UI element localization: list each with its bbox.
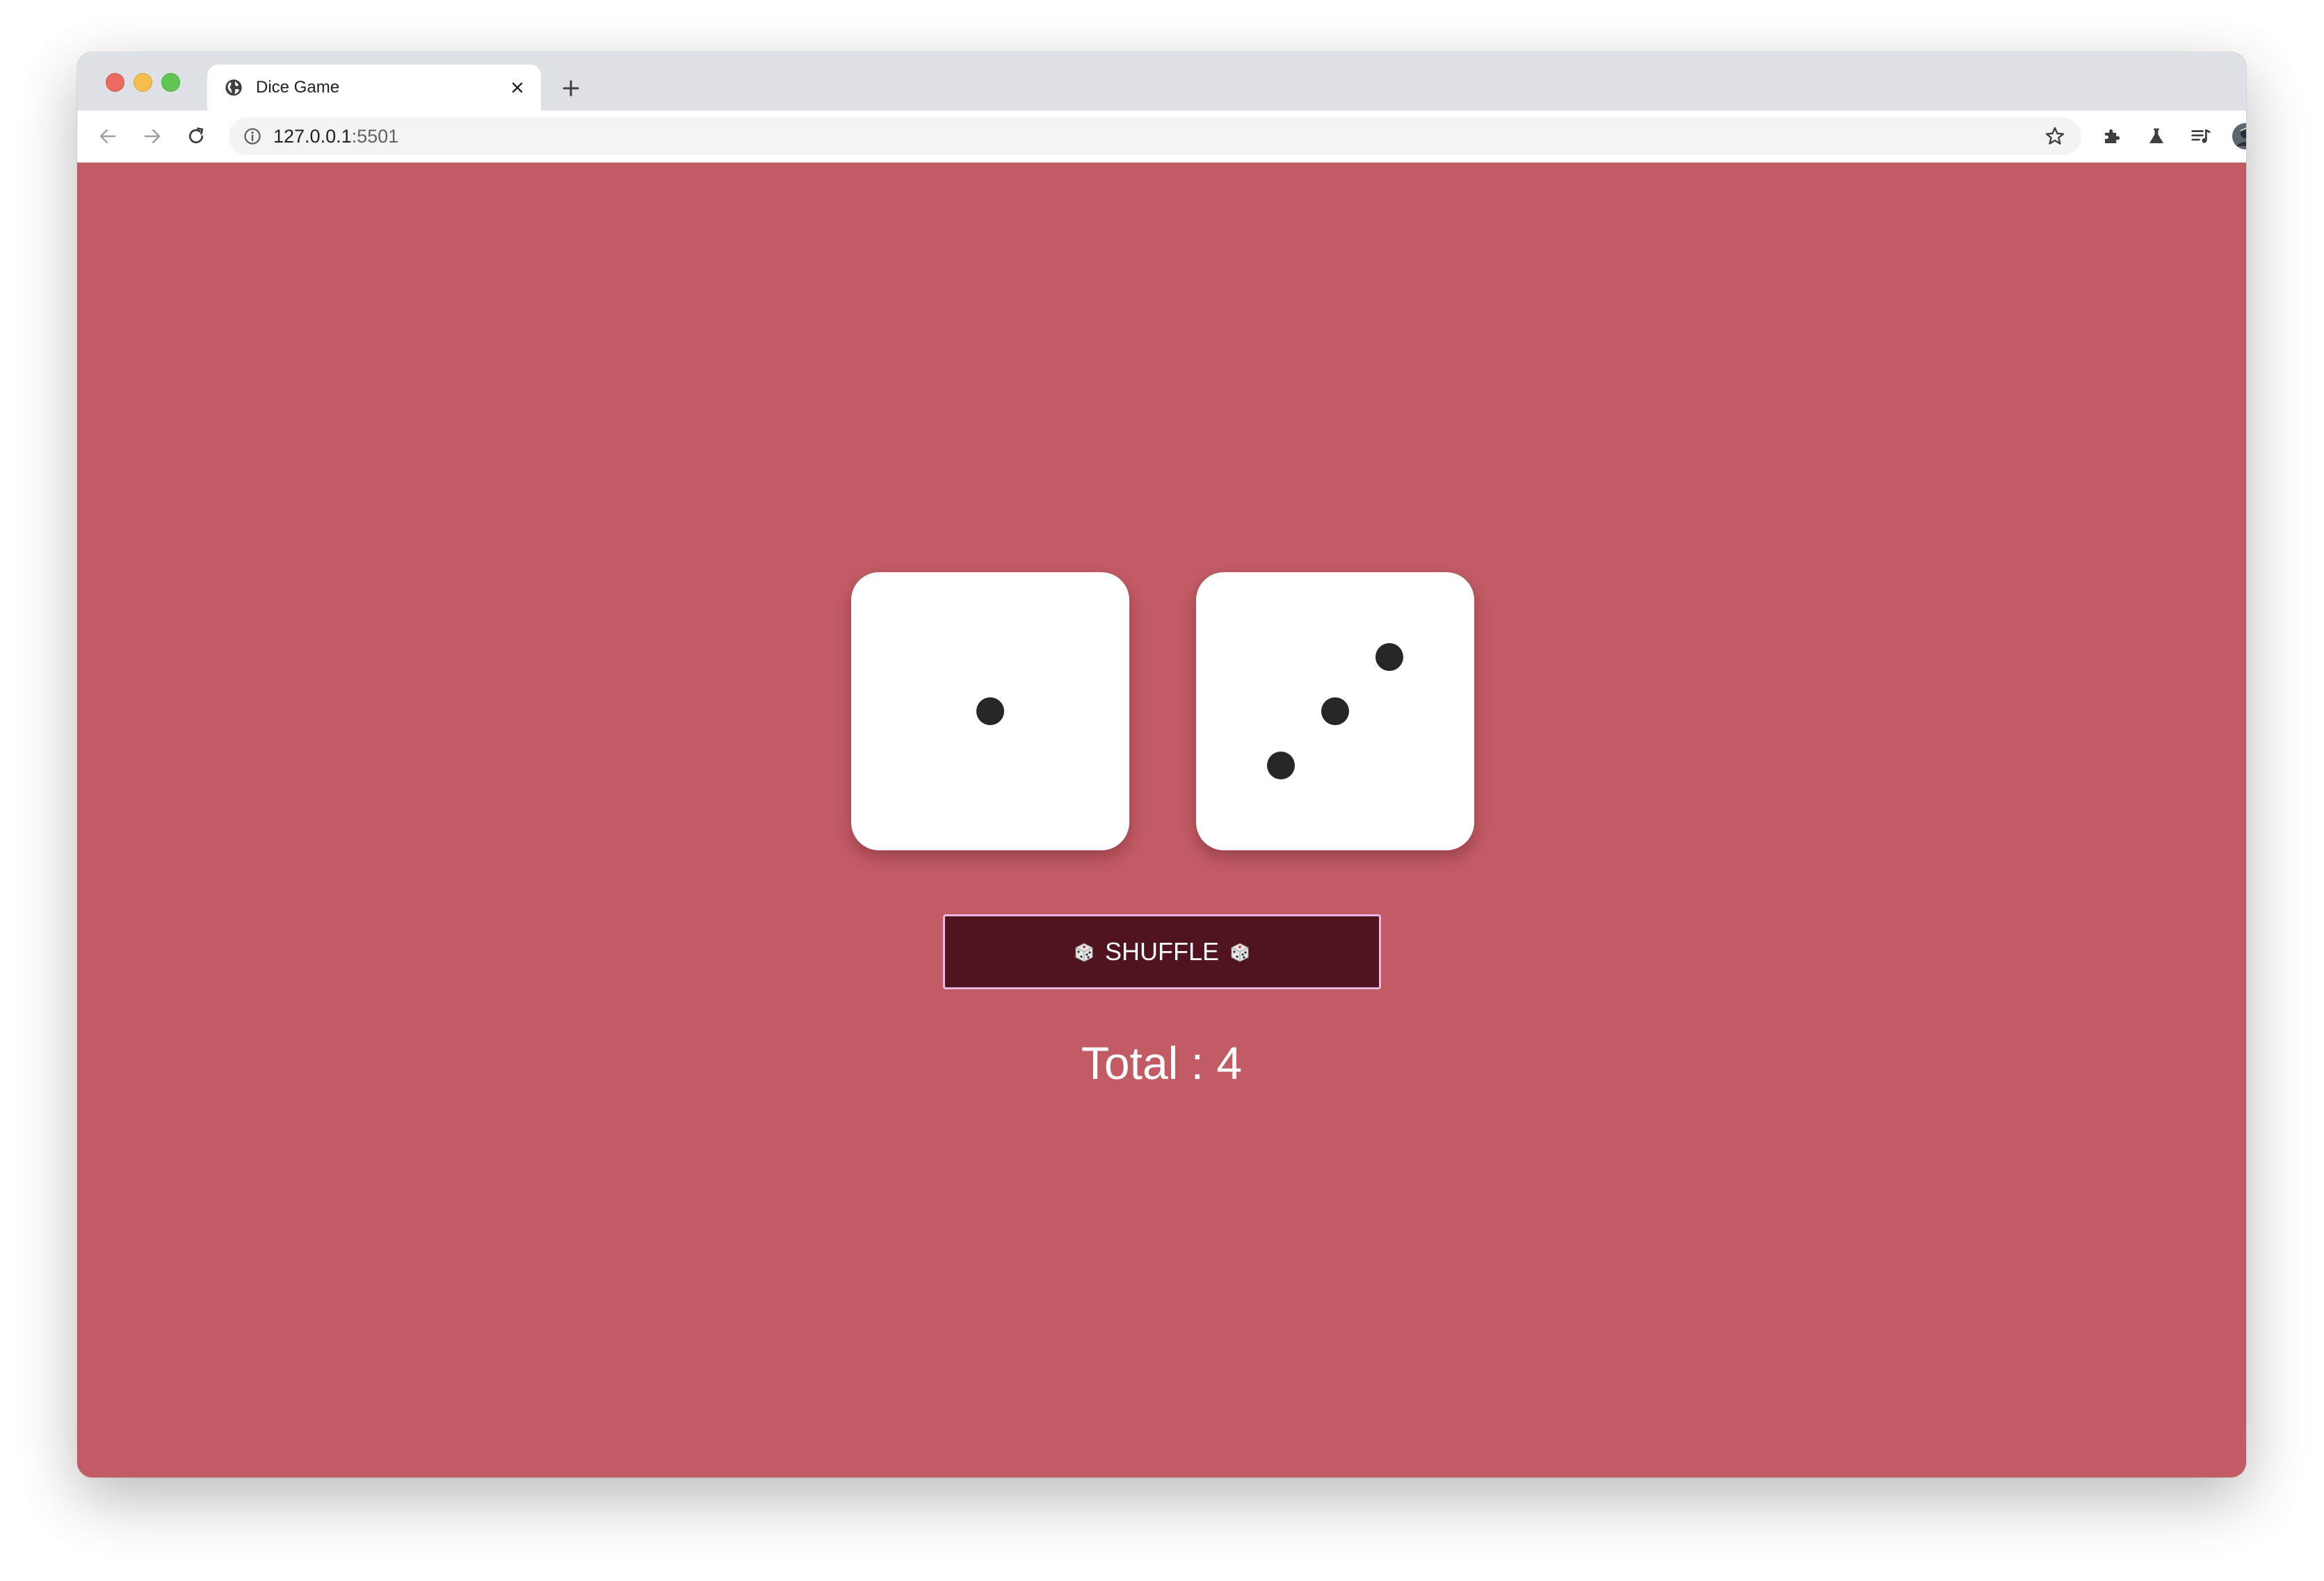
- globe-icon: [225, 79, 242, 96]
- die-pip: [976, 697, 1004, 725]
- star-icon[interactable]: [2044, 125, 2066, 147]
- tab-title: Dice Game: [256, 78, 340, 97]
- game-die-icon: [1075, 943, 1093, 962]
- forward-arrow-icon[interactable]: [138, 122, 167, 151]
- tab-strip: Dice Game: [77, 52, 2246, 111]
- plus-icon[interactable]: [556, 73, 586, 104]
- minimize-window-button[interactable]: [134, 73, 152, 92]
- maximize-window-button[interactable]: [161, 73, 180, 92]
- puzzle-extensions-icon[interactable]: [2098, 122, 2126, 150]
- shuffle-button[interactable]: SHUFFLE: [943, 914, 1381, 989]
- die-pip: [1321, 697, 1349, 725]
- flask-labs-icon[interactable]: [2143, 122, 2170, 150]
- total-label: Total : 4: [1081, 1037, 1243, 1089]
- close-window-button[interactable]: [106, 73, 124, 92]
- info-icon[interactable]: [243, 127, 262, 146]
- shuffle-button-label: SHUFFLE: [1104, 937, 1220, 966]
- browser-window: Dice Game 127.0.0.1:5501 SHUFFLE Total:…: [77, 52, 2246, 1477]
- browser-tab[interactable]: Dice Game: [207, 65, 541, 111]
- media-queue-icon[interactable]: [2187, 122, 2215, 150]
- back-arrow-icon[interactable]: [93, 122, 122, 151]
- url-host: 127.0.0.1: [273, 126, 352, 147]
- game-die-icon: [1231, 943, 1249, 962]
- address-bar[interactable]: 127.0.0.1:5501: [229, 117, 2081, 155]
- die-left: [851, 572, 1129, 850]
- reload-icon[interactable]: [181, 122, 211, 151]
- die-pip: [1375, 643, 1403, 671]
- close-icon[interactable]: [506, 76, 528, 99]
- url-text: 127.0.0.1:5501: [273, 126, 398, 147]
- die-right: [1196, 572, 1474, 850]
- die-pip: [1267, 752, 1295, 779]
- url-port: :5501: [351, 126, 399, 147]
- browser-toolbar: 127.0.0.1:5501: [77, 111, 2246, 163]
- avatar[interactable]: [2232, 122, 2246, 150]
- page-content: SHUFFLE Total : 4: [77, 163, 2246, 1477]
